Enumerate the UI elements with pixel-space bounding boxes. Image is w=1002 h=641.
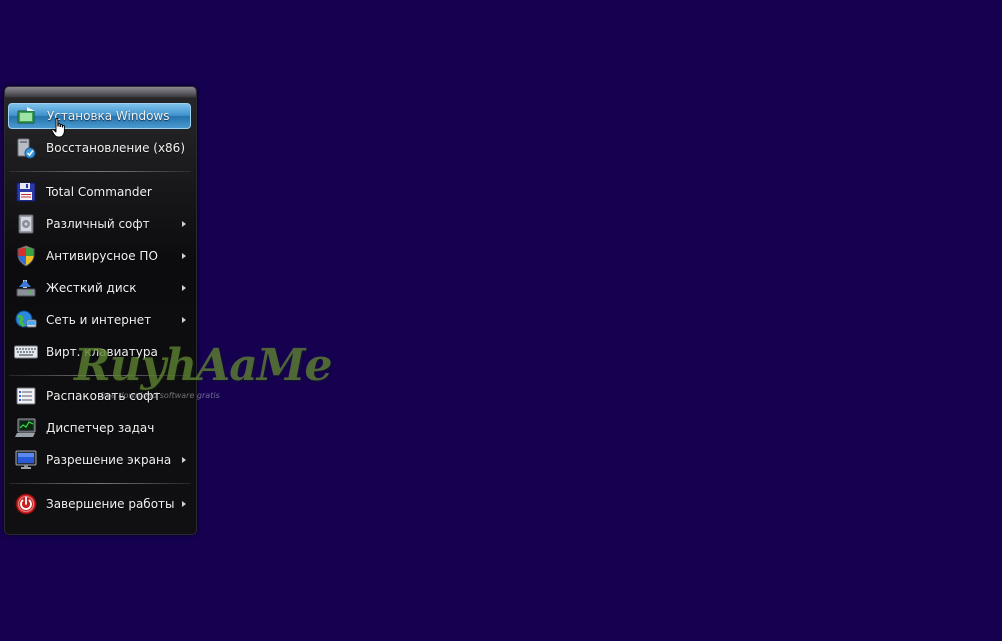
power-icon [14, 492, 38, 516]
menu-title-bar [5, 87, 196, 98]
shield-icon [14, 244, 38, 268]
menu-item-label: Антивирусное ПО [46, 249, 158, 263]
menu-separator [9, 171, 191, 172]
menu-item-restore[interactable]: Восстановление (x86) [8, 135, 191, 161]
menu-separator [9, 375, 191, 376]
menu-item-antivirus[interactable]: Антивирусное ПО [8, 243, 191, 269]
software-box-icon [14, 212, 38, 236]
submenu-arrow-icon [182, 501, 186, 507]
menu-item-shutdown[interactable]: Завершение работы [8, 491, 191, 517]
hand-cursor-icon [51, 117, 67, 142]
network-globe-icon [14, 308, 38, 332]
unpack-list-icon [14, 384, 38, 408]
hard-disk-icon [14, 276, 38, 300]
menu-item-task-manager[interactable]: Диспетчер задач [8, 415, 191, 441]
menu-item-unpack-software[interactable]: Распаковать софт [8, 383, 191, 409]
menu-item-label: Завершение работы [46, 497, 175, 511]
restore-icon [14, 136, 38, 160]
menu-item-label: Total Commander [46, 185, 152, 199]
submenu-arrow-icon [182, 253, 186, 259]
floppy-disk-icon [14, 180, 38, 204]
menu-item-screen-resolution[interactable]: Разрешение экрана [8, 447, 191, 473]
windows-install-icon [15, 104, 39, 128]
menu-item-label: Различный софт [46, 217, 150, 231]
menu-item-label: Жесткий диск [46, 281, 137, 295]
menu-item-virtual-keyboard[interactable]: Вирт. клавиатура [8, 339, 191, 365]
task-manager-icon [14, 416, 38, 440]
menu-item-windows-install[interactable]: Установка Windows [8, 103, 191, 129]
boot-menu: Установка Windows Восстановление (x86) T… [4, 86, 197, 535]
menu-item-label: Сеть и интернет [46, 313, 152, 327]
submenu-arrow-icon [182, 457, 186, 463]
submenu-arrow-icon [182, 285, 186, 291]
monitor-icon [14, 448, 38, 472]
menu-item-label: Распаковать софт [46, 389, 161, 403]
menu-item-label: Диспетчер задач [46, 421, 155, 435]
menu-item-various-software[interactable]: Различный софт [8, 211, 191, 237]
submenu-arrow-icon [182, 221, 186, 227]
menu-item-label: Установка Windows [47, 109, 170, 123]
menu-item-hard-disk[interactable]: Жесткий диск [8, 275, 191, 301]
submenu-arrow-icon [182, 317, 186, 323]
menu-item-label: Восстановление (x86) [46, 141, 186, 155]
menu-item-label: Вирт. клавиатура [46, 345, 158, 359]
desktop-background: Установка Windows Восстановление (x86) T… [0, 0, 1002, 641]
menu-item-total-commander[interactable]: Total Commander [8, 179, 191, 205]
menu-item-network[interactable]: Сеть и интернет [8, 307, 191, 333]
keyboard-icon [14, 340, 38, 364]
menu-item-label: Разрешение экрана [46, 453, 172, 467]
menu-separator [9, 483, 191, 484]
